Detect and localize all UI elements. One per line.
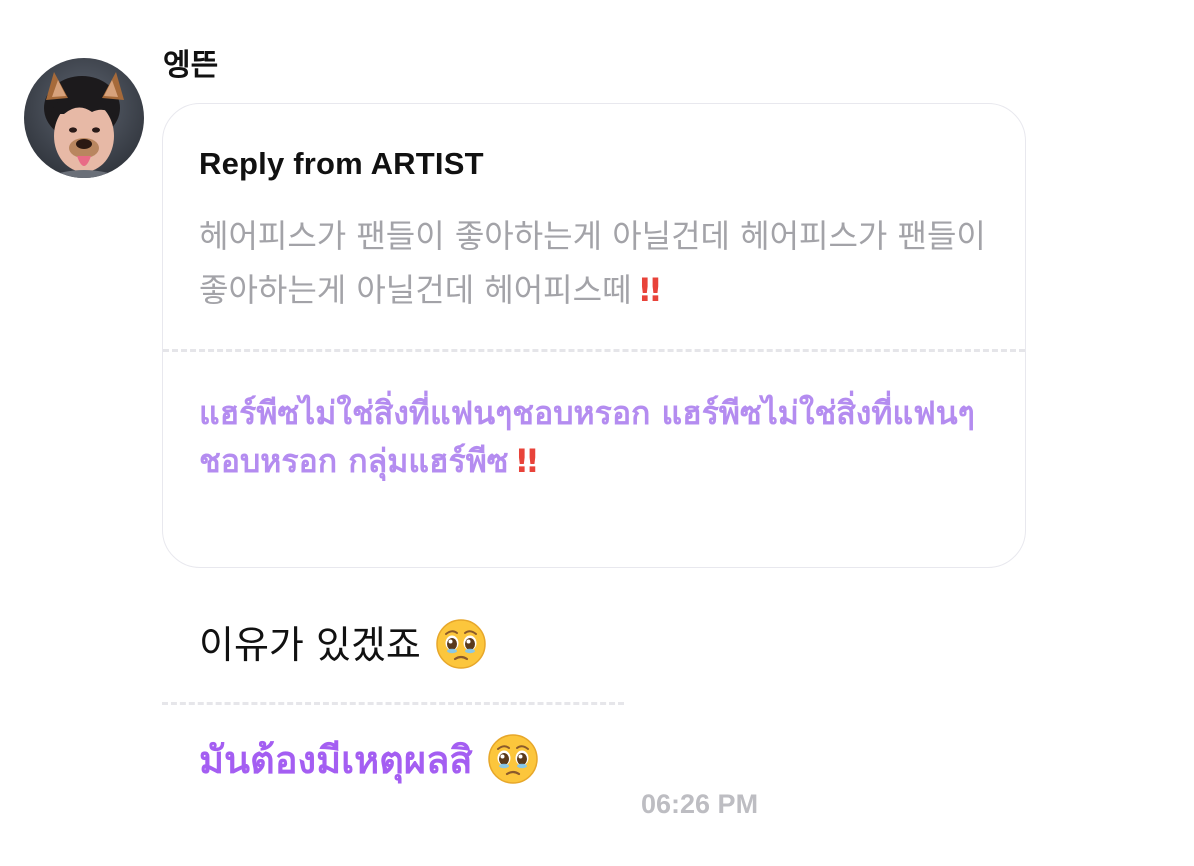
sender-name: 엥뜬	[163, 48, 219, 83]
message-original: 이유가 있겠죠	[199, 618, 487, 672]
message-translation: มันต้องมีเหตุผลสิ	[199, 733, 539, 787]
reply-original-body: 헤어피스가 팬들이 좋아하는게 아닐건데 헤어피스가 팬들이 좋아하는게 아닐건…	[199, 217, 986, 309]
message-divider	[162, 702, 624, 705]
reply-original-text: 헤어피스가 팬들이 좋아하는게 아닐건데 헤어피스가 팬들이 좋아하는게 아닐건…	[199, 209, 999, 317]
double-exclamation-icon: !!	[637, 271, 663, 309]
message-timestamp: 06:26 PM	[641, 789, 759, 819]
artist-reply-card: Reply from ARTIST 헤어피스가 팬들이 좋아하는게 아닐건데 헤…	[162, 103, 1026, 568]
avatar[interactable]	[24, 58, 144, 178]
reply-title: Reply from ARTIST	[199, 146, 484, 181]
translation-divider	[163, 349, 1025, 352]
pleading-face-emoji-icon	[487, 734, 538, 784]
avatar-image	[24, 58, 144, 178]
reply-translation-body: แฮร์พีซไม่ใช่สิ่งที่แฟนๆชอบหรอก แฮร์พีซไ…	[199, 394, 975, 480]
message-translation-text: มันต้องมีเหตุผลสิ	[199, 738, 473, 782]
reply-translation-text: แฮร์พีซไม่ใช่สิ่งที่แฟนๆชอบหรอก แฮร์พีซไ…	[199, 389, 999, 485]
message-original-text: 이유가 있겠죠	[199, 623, 421, 667]
double-exclamation-icon: !!	[514, 442, 540, 480]
pleading-face-emoji-icon	[436, 619, 486, 669]
